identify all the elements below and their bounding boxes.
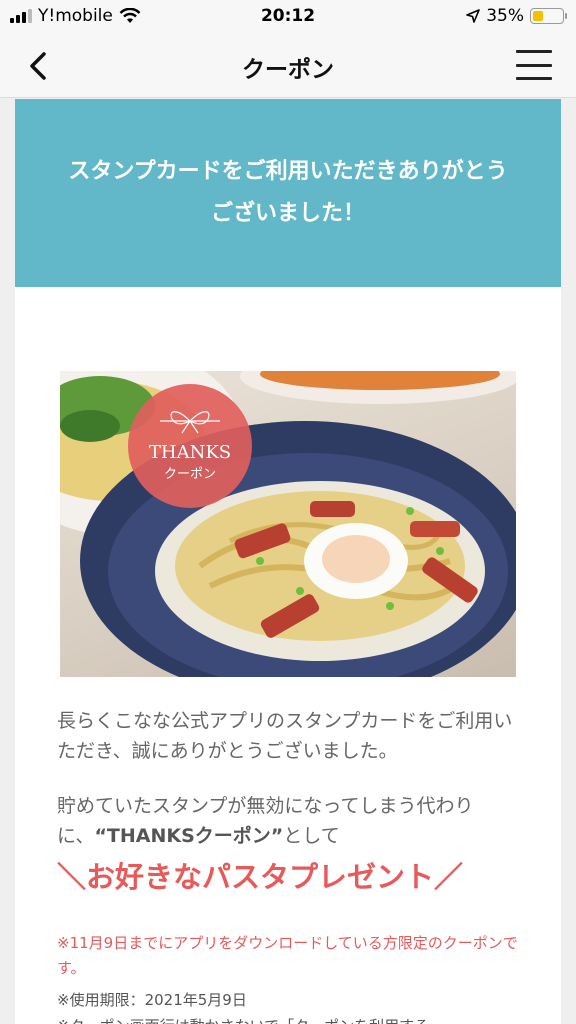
coupon-description: 貯めていたスタンプが無効になってしまう代わりに、“THANKSクーポン”として	[57, 791, 527, 851]
coupon-content[interactable]: スタンプカードをご利用いただきありがとう ございました！ THANKS クーポン…	[15, 99, 561, 1024]
thanks-banner: スタンプカードをご利用いただきありがとう ございました！	[15, 99, 561, 287]
pasta-illustration: THANKS クーポン	[60, 371, 516, 677]
page-title: クーポン	[242, 57, 334, 83]
battery-percent: 35%	[486, 6, 524, 26]
badge-text-1: THANKS	[149, 442, 231, 463]
description-emphasis: “THANKSクーポン”	[94, 825, 284, 847]
expiry-note: ※使用期限：2021年5月9日	[57, 991, 247, 1009]
description-part-2: として	[283, 825, 340, 847]
location-arrow-icon	[466, 9, 481, 23]
pasta-hero-image: THANKS クーポン	[60, 371, 516, 677]
pasta-present-heading: ＼お好きなパスタプレゼント／	[57, 860, 464, 894]
thanks-message: 長らくこなな公式アプリのスタンプカードをご利用いただき、誠にありがとうございまし…	[57, 710, 513, 762]
navigation-bar: クーポン	[0, 34, 576, 98]
hamburger-menu-icon[interactable]	[516, 50, 552, 80]
banner-line-2: ございました！	[210, 201, 365, 226]
battery-icon	[530, 8, 567, 24]
banner-line-1: スタンプカードをご利用いただきありがとう	[68, 159, 508, 184]
eligibility-note: ※11月9日までにアプリをダウンロードしている方限定のクーポンです。	[57, 934, 518, 977]
usage-note: ※クーポン画面行は動かさないで「クーポンを利用する	[57, 1014, 537, 1024]
status-bar: Y!mobile 20:12 35%	[0, 0, 576, 34]
badge-text-2: クーポン	[164, 467, 216, 482]
status-right-group: 35%	[466, 6, 567, 26]
